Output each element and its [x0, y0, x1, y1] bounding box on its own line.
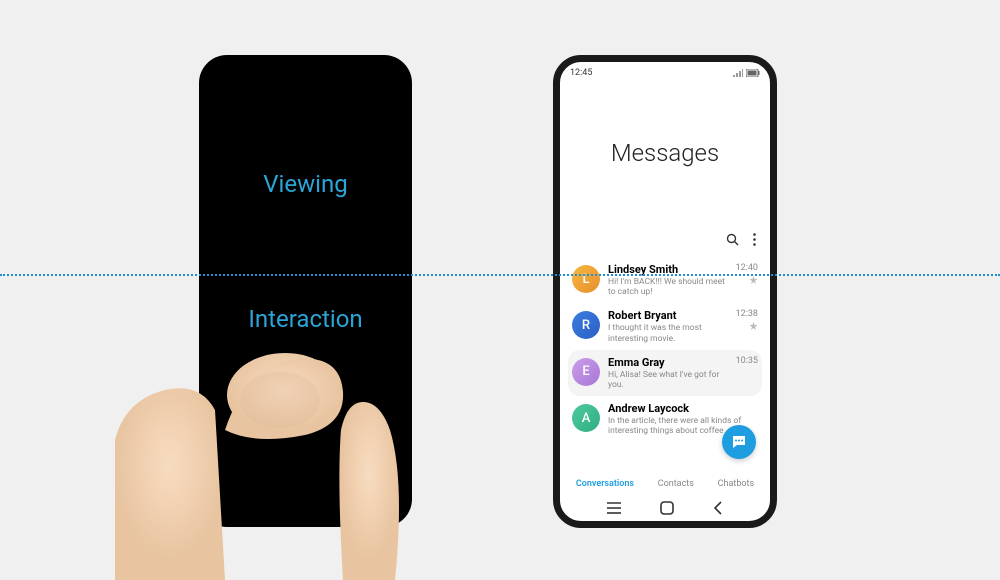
- messages-phone: 12:45 Messages L Lindsey Smith Hi! I'm B…: [553, 55, 777, 528]
- action-bar: [560, 225, 770, 253]
- viewing-zone-label: Viewing: [199, 170, 412, 198]
- contact-name: Emma Gray: [608, 356, 728, 369]
- conversation-item[interactable]: L Lindsey Smith Hi! I'm BACK!!! We shoul…: [568, 257, 762, 303]
- status-bar: 12:45: [560, 62, 770, 80]
- bottom-tabs: Conversations Contacts Chatbots: [560, 473, 770, 495]
- tab-conversations[interactable]: Conversations: [576, 479, 634, 489]
- pin-icon: [749, 276, 758, 285]
- signal-icon: [733, 69, 743, 77]
- avatar: L: [572, 265, 600, 293]
- search-icon[interactable]: [726, 233, 739, 246]
- android-nav-bar: [560, 495, 770, 521]
- recents-icon[interactable]: [607, 502, 621, 514]
- avatar: R: [572, 311, 600, 339]
- contact-name: Robert Bryant: [608, 309, 728, 322]
- avatar: E: [572, 358, 600, 386]
- contact-name: Andrew Laycock: [608, 402, 758, 415]
- timestamp: 12:40: [736, 263, 758, 273]
- chat-icon: [731, 434, 747, 450]
- tab-chatbots[interactable]: Chatbots: [718, 479, 754, 489]
- home-icon[interactable]: [660, 501, 674, 515]
- more-icon[interactable]: [753, 233, 756, 246]
- conversation-item[interactable]: E Emma Gray Hi, Alisa! See what I've got…: [568, 350, 762, 396]
- concept-phone: Viewing Interaction: [199, 55, 412, 527]
- battery-icon: [746, 69, 760, 77]
- avatar: A: [572, 404, 600, 432]
- conversation-item[interactable]: R Robert Bryant I thought it was the mos…: [568, 303, 762, 349]
- message-preview: Hi! I'm BACK!!! We should meet to catch …: [608, 277, 728, 297]
- conversation-list: L Lindsey Smith Hi! I'm BACK!!! We shoul…: [560, 253, 770, 443]
- timestamp: 10:35: [736, 356, 758, 366]
- clock: 12:45: [570, 68, 592, 78]
- divider-line: [0, 274, 1000, 276]
- tab-contacts[interactable]: Contacts: [658, 479, 694, 489]
- compose-fab[interactable]: [722, 425, 756, 459]
- interaction-zone-label: Interaction: [199, 305, 412, 333]
- timestamp: 12:38: [736, 309, 758, 319]
- pin-icon: [749, 322, 758, 331]
- page-title: Messages: [560, 80, 770, 225]
- message-preview: Hi, Alisa! See what I've got for you.: [608, 370, 728, 390]
- back-icon[interactable]: [713, 501, 723, 515]
- message-preview: I thought it was the most interesting mo…: [608, 323, 728, 343]
